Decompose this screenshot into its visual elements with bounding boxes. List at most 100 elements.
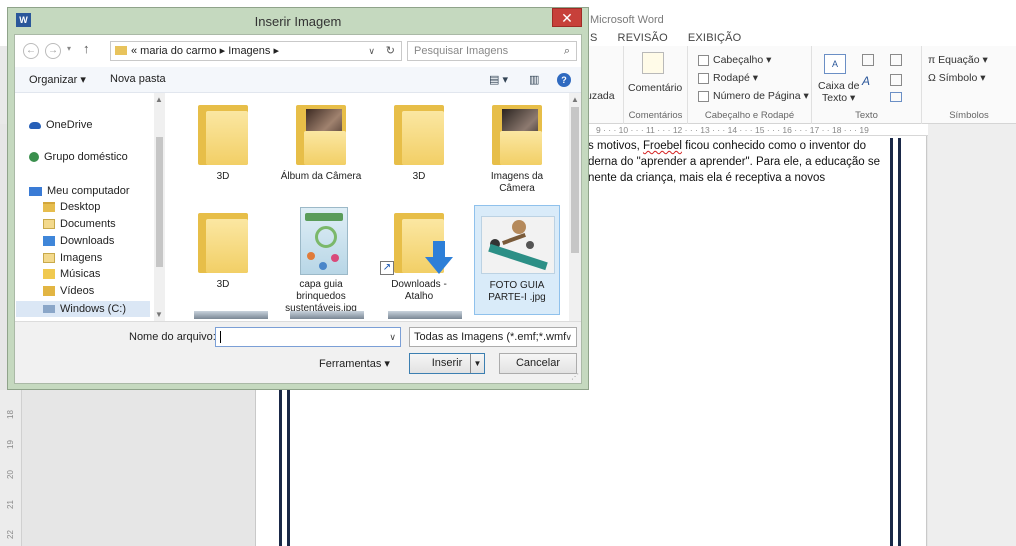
- new-folder-button[interactable]: Nova pasta: [110, 73, 166, 85]
- ribbon: uzada Comentário Comentários Cabeçalho ▾…: [580, 46, 1016, 124]
- file-item-selected[interactable]: FOTO GUIA PARTE-I .jpg: [474, 205, 560, 315]
- sidebar-item-homegroup[interactable]: Grupo doméstico: [29, 151, 128, 163]
- vertical-ruler[interactable]: 18 19 20 21 22: [0, 390, 22, 546]
- file-type-select[interactable]: Todas as Imagens (*.emf;*.wmf ∨: [409, 327, 577, 347]
- text-box-label-2[interactable]: Texto ▾: [822, 92, 855, 104]
- scroll-up-icon[interactable]: ▲: [571, 95, 579, 104]
- file-item[interactable]: 3D: [376, 97, 462, 207]
- folder-icon: [198, 105, 248, 165]
- navigation-scroll-thumb[interactable]: [156, 137, 163, 267]
- file-item[interactable]: capa guia brinquedos sustentáveis.jpg: [278, 205, 364, 315]
- address-dropdown-icon[interactable]: ∨: [368, 42, 375, 60]
- text-box-icon[interactable]: A: [824, 54, 846, 74]
- wordart-icon[interactable]: A: [862, 74, 870, 88]
- organize-menu[interactable]: Organizar ▾: [29, 73, 86, 86]
- resize-grip-icon[interactable]: ⋰: [571, 372, 579, 381]
- vruler-mark: 21: [5, 500, 15, 509]
- up-arrow-icon[interactable]: ↑: [83, 41, 90, 56]
- address-bar[interactable]: « maria do carmo ▸ Imagens ▸ ∨ ↻: [110, 41, 402, 61]
- insert-label: Inserir: [431, 357, 463, 369]
- sidebar-item-windows-c[interactable]: Windows (C:): [16, 301, 150, 317]
- refresh-icon[interactable]: ↻: [386, 42, 395, 60]
- chevron-down-icon[interactable]: ∨: [389, 328, 396, 346]
- vruler-mark: 18: [5, 410, 15, 419]
- symbol-button[interactable]: Ω Símbolo ▾: [928, 72, 985, 84]
- file-label: FOTO GUIA PARTE-I .jpg: [488, 280, 546, 303]
- word-ribbon-tabs: S REVISÃO EXIBIÇÃO: [590, 32, 741, 44]
- sidebar-item-documents[interactable]: Documents: [43, 218, 116, 230]
- object-icon[interactable]: [890, 92, 902, 102]
- horizontal-ruler[interactable]: 9 · · · 10 · · · 11 · · · 12 · · · 13 · …: [588, 124, 928, 136]
- file-type-value: Todas as Imagens (*.emf;*.wmf: [414, 331, 567, 343]
- header-button[interactable]: Cabeçalho ▾: [698, 54, 771, 66]
- scroll-up-icon[interactable]: ▲: [155, 95, 163, 104]
- back-arrow-icon[interactable]: ←: [23, 43, 39, 59]
- page-number-label: Número de Página ▾: [713, 90, 809, 102]
- forward-arrow-icon[interactable]: →: [45, 43, 61, 59]
- header-icon: [698, 54, 709, 66]
- date-time-icon[interactable]: [890, 74, 902, 86]
- partial-thumbnail: [194, 311, 268, 319]
- music-folder-icon: [43, 269, 55, 279]
- file-list-scrollbar[interactable]: ▲: [569, 93, 581, 321]
- text-caret: [220, 331, 221, 343]
- search-icon[interactable]: ⌕: [564, 42, 570, 60]
- file-name-label: Nome do arquivo:: [129, 331, 216, 343]
- header-label: Cabeçalho ▾: [713, 54, 772, 66]
- sidebar-item-onedrive[interactable]: OneDrive: [29, 119, 92, 131]
- sidebar-item-videos[interactable]: Vídeos: [43, 285, 94, 297]
- cancel-button[interactable]: Cancelar: [499, 353, 577, 374]
- sidebar-item-desktop[interactable]: Desktop: [43, 201, 100, 213]
- drive-icon: [43, 305, 55, 313]
- file-item[interactable]: Imagens da Câmera: [474, 97, 560, 207]
- preview-pane-icon[interactable]: ▥: [529, 73, 539, 86]
- footer-button[interactable]: Rodapé ▾: [698, 72, 758, 84]
- signature-icon[interactable]: [890, 54, 902, 66]
- insert-button[interactable]: Inserir ▼: [409, 353, 485, 374]
- file-item[interactable]: ↗ Downloads - Atalho: [376, 205, 462, 315]
- new-comment-icon[interactable]: [642, 52, 664, 74]
- search-input[interactable]: Pesquisar Imagens ⌕: [407, 41, 577, 61]
- doc-line-3: nente da criança, mais ela é receptiva a…: [588, 172, 826, 184]
- file-name-input[interactable]: ∨: [215, 327, 401, 347]
- dialog-footer: Nome do arquivo: ∨ Todas as Imagens (*.e…: [15, 321, 581, 383]
- search-placeholder: Pesquisar Imagens: [414, 45, 509, 57]
- close-button[interactable]: ✕: [552, 8, 582, 27]
- tools-menu[interactable]: Ferramentas ▾: [319, 357, 390, 370]
- insert-dropdown-icon[interactable]: ▼: [470, 354, 484, 373]
- footer-label: Rodapé ▾: [713, 72, 758, 84]
- pictures-folder-icon: [43, 253, 55, 263]
- page-number-icon: [698, 90, 709, 102]
- tab-partial[interactable]: S: [590, 32, 598, 44]
- file-item[interactable]: Álbum da Câmera: [278, 97, 364, 207]
- equation-button[interactable]: π Equação ▾: [928, 54, 988, 66]
- scroll-down-icon[interactable]: ▼: [155, 310, 163, 319]
- quick-parts-icon[interactable]: [862, 54, 874, 66]
- tab-revisao[interactable]: REVISÃO: [618, 32, 668, 44]
- text-box-label-1[interactable]: Caixa de: [818, 80, 859, 92]
- sidebar-item-computer[interactable]: Meu computador: [29, 185, 130, 197]
- help-icon[interactable]: ?: [557, 73, 571, 87]
- document-text[interactable]: s motivos, Froebel ficou conhecido como …: [588, 138, 888, 186]
- sidebar-item-downloads[interactable]: Downloads: [43, 235, 114, 247]
- dialog-titlebar[interactable]: W Inserir Imagem ✕: [8, 8, 588, 34]
- page-number-button[interactable]: Número de Página ▾: [698, 90, 809, 102]
- recent-chevron-icon[interactable]: ▾: [67, 44, 71, 53]
- file-item[interactable]: 3D: [180, 205, 266, 315]
- tab-exibicao[interactable]: EXIBIÇÃO: [688, 32, 742, 44]
- vruler-mark: 19: [5, 440, 15, 449]
- symbols-group-label: Símbolos: [949, 110, 989, 121]
- comment-button[interactable]: Comentário: [628, 82, 682, 94]
- chevron-down-icon[interactable]: ∨: [565, 328, 572, 346]
- view-options-icon[interactable]: ▤ ▾: [489, 73, 508, 86]
- sidebar-item-musicas[interactable]: Músicas: [43, 268, 100, 280]
- sidebar-item-label: Vídeos: [60, 285, 95, 297]
- sidebar-item-label: Imagens: [60, 252, 103, 264]
- file-scroll-thumb[interactable]: [571, 107, 579, 253]
- misspelled-word: Froebel: [642, 140, 682, 152]
- sidebar-item-imagens[interactable]: Imagens: [43, 252, 102, 264]
- file-item[interactable]: 3D: [180, 97, 266, 207]
- documents-folder-icon: [43, 219, 55, 229]
- sidebar-item-label: Grupo doméstico: [44, 151, 128, 163]
- navigation-scrollbar[interactable]: ▲ ▼: [154, 93, 165, 321]
